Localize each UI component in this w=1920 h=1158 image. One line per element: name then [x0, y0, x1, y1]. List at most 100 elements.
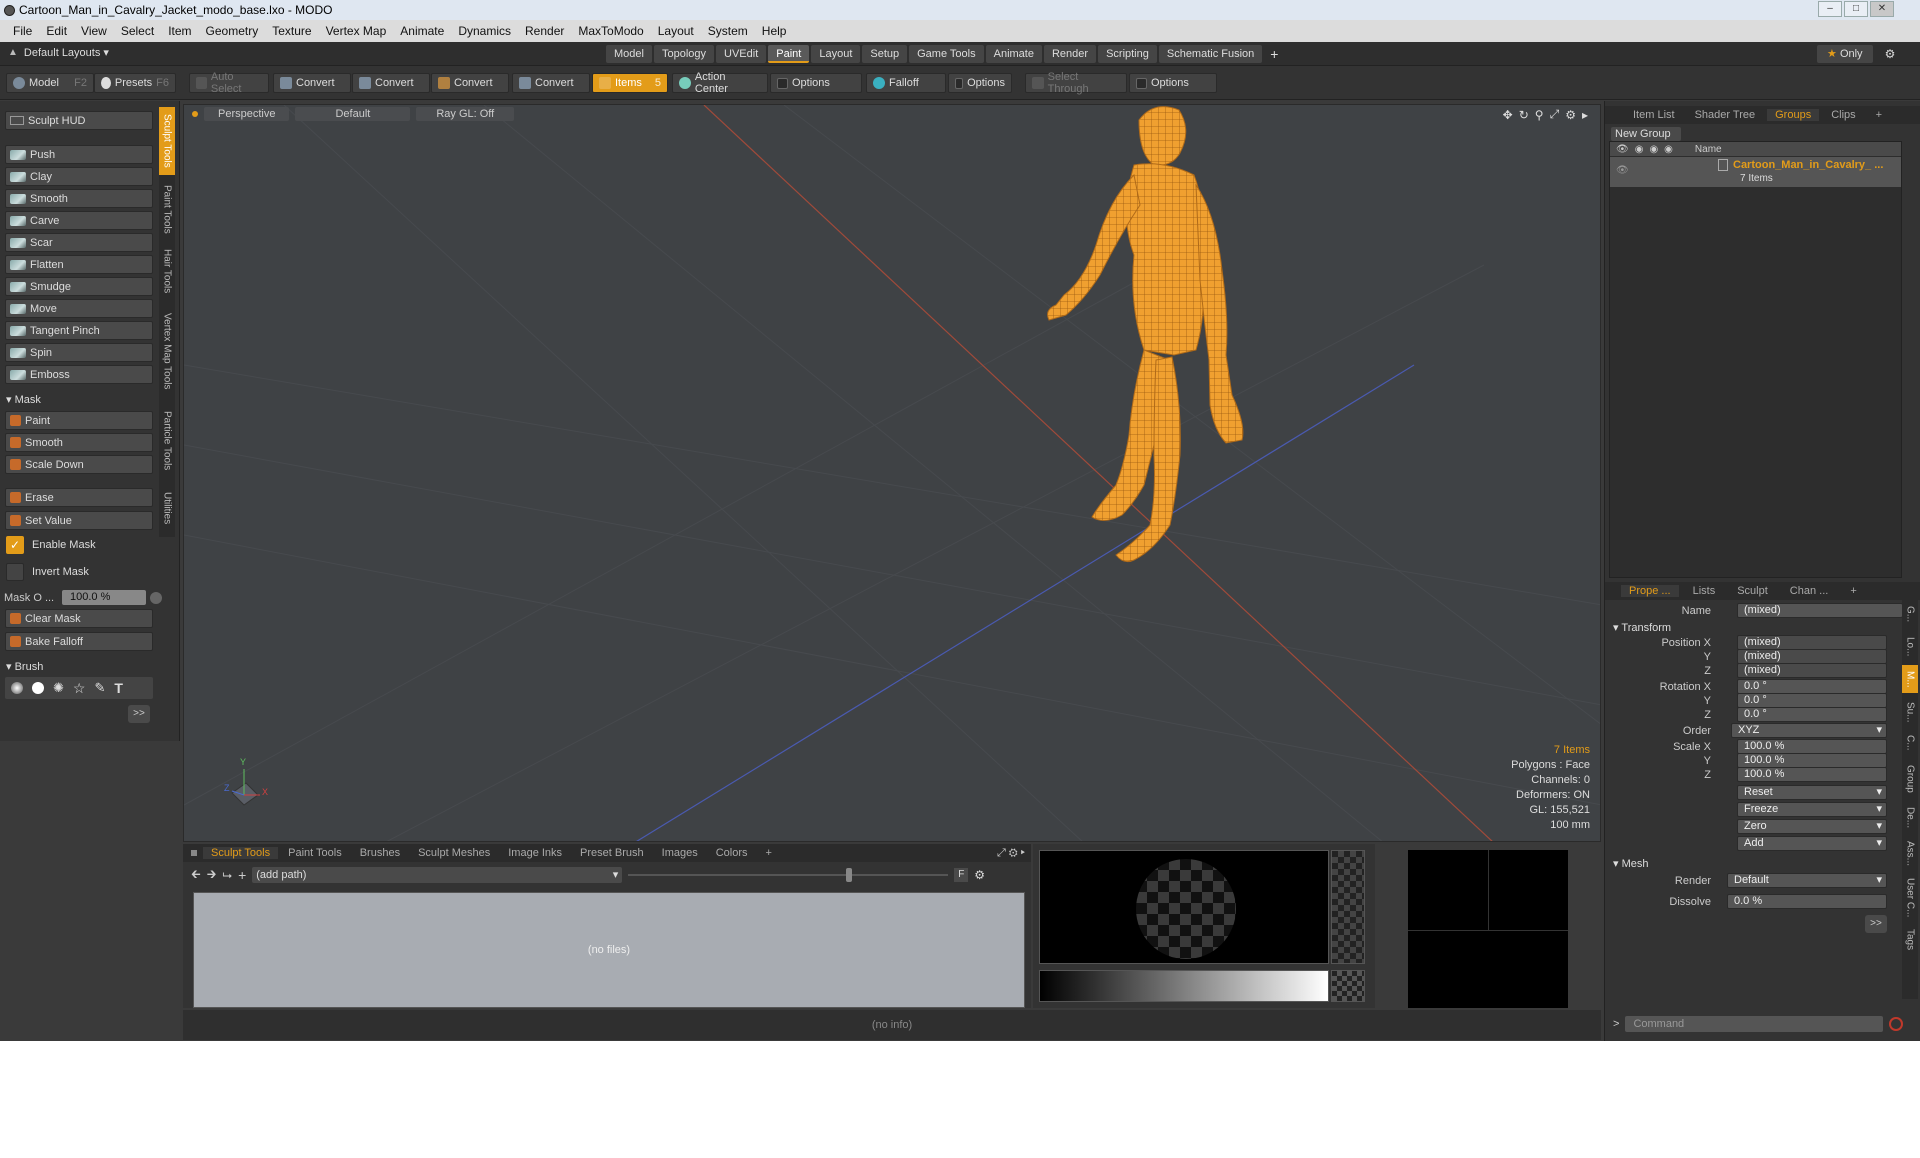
thumbnail-size-slider[interactable]: [628, 868, 949, 882]
action-center-options-button[interactable]: Options: [770, 73, 862, 93]
menu-dynamics[interactable]: Dynamics: [451, 24, 518, 38]
menu-render[interactable]: Render: [518, 24, 571, 38]
name-column-header[interactable]: Name: [1695, 144, 1722, 155]
order-dropdown[interactable]: XYZ ▾: [1731, 723, 1887, 738]
filter-button[interactable]: F: [954, 868, 969, 882]
side-tab-de[interactable]: De...: [1902, 803, 1918, 833]
add-tab-icon[interactable]: +: [758, 847, 780, 859]
select-through-button[interactable]: Select Through: [1025, 71, 1127, 95]
up-folder-icon[interactable]: ⮡: [222, 868, 232, 883]
side-tab-group[interactable]: Group: [1902, 759, 1918, 799]
tab-images[interactable]: Images: [654, 847, 706, 859]
tab-sculpt-meshes[interactable]: Sculpt Meshes: [410, 847, 498, 859]
add-dropdown[interactable]: Add ▾: [1737, 836, 1887, 851]
action-center-button[interactable]: Action Center: [672, 71, 768, 95]
visibility-column-icon[interactable]: 👁: [1616, 144, 1629, 155]
procedural-brush-icon[interactable]: ✎: [94, 680, 105, 696]
position-z-field[interactable]: (mixed): [1737, 663, 1887, 678]
convert-button-3[interactable]: Convert: [431, 73, 509, 93]
invert-mask-toggle[interactable]: Invert Mask: [6, 563, 89, 581]
raygl-toggle[interactable]: Ray GL: Off: [416, 107, 515, 121]
tab-scripting[interactable]: Scripting: [1098, 45, 1157, 63]
zero-dropdown[interactable]: Zero ▾: [1737, 819, 1887, 834]
mask-opacity-envelope-icon[interactable]: [150, 591, 162, 604]
tool-carve[interactable]: Carve: [5, 211, 153, 230]
tab-image-inks[interactable]: Image Inks: [500, 847, 570, 859]
only-toggle[interactable]: ★ Only: [1817, 45, 1873, 63]
mask-scale-down-button[interactable]: Scale Down: [5, 455, 153, 474]
sculpt-hud-button[interactable]: Sculpt HUD: [5, 111, 153, 130]
mask-smooth-button[interactable]: Smooth: [5, 433, 153, 452]
gear-icon[interactable]: ⚙: [1885, 47, 1896, 61]
side-tab-user-c[interactable]: User C...: [1902, 875, 1918, 921]
tab-topology[interactable]: Topology: [653, 45, 715, 63]
tool-push[interactable]: Push: [5, 145, 153, 164]
menu-vertex-map[interactable]: Vertex Map: [319, 24, 394, 38]
auto-select-button[interactable]: Auto Select: [189, 71, 269, 95]
group-row[interactable]: 👁 Cartoon_Man_in_Cavalry_ ... 7 Items: [1610, 157, 1901, 187]
brush-section-header[interactable]: ▾ Brush: [6, 660, 43, 673]
shading-dropdown[interactable]: Default: [295, 107, 411, 121]
items-mode-button[interactable]: Items 5: [592, 73, 668, 93]
character-wireframe-mesh[interactable]: [1004, 105, 1444, 565]
render-dropdown[interactable]: Default ▾: [1727, 873, 1887, 888]
tool-emboss[interactable]: Emboss: [5, 365, 153, 384]
menu-geometry[interactable]: Geometry: [199, 24, 266, 38]
menu-item[interactable]: Item: [161, 24, 198, 38]
tab-shader-tree[interactable]: Shader Tree: [1687, 109, 1764, 121]
add-tab-icon[interactable]: +: [1270, 46, 1278, 62]
viewport-menu-icon[interactable]: ▸: [1582, 108, 1588, 122]
minimize-button[interactable]: –: [1818, 1, 1842, 17]
mask-opacity-field[interactable]: 100.0 %: [62, 590, 146, 605]
falloff-gradient[interactable]: [1039, 970, 1329, 1002]
vtab-particle-tools[interactable]: Particle Tools: [159, 403, 175, 479]
tab-item-list[interactable]: Item List: [1625, 109, 1683, 121]
pan-icon[interactable]: ✥: [1503, 108, 1513, 122]
convert-button-1[interactable]: Convert: [273, 73, 351, 93]
vtab-utilities[interactable]: Utilities: [159, 483, 175, 533]
dissolve-field[interactable]: 0.0 %: [1727, 894, 1887, 909]
tab-animate[interactable]: Animate: [985, 45, 1042, 63]
zoom-icon[interactable]: ⚲: [1535, 108, 1544, 122]
rotation-x-field[interactable]: 0.0 °: [1737, 679, 1887, 694]
visibility-toggle-icon[interactable]: 👁: [1616, 165, 1629, 176]
tab-game-tools[interactable]: Game Tools: [909, 45, 984, 63]
tab-uvedit[interactable]: UVEdit: [716, 45, 767, 63]
side-tab-c[interactable]: C...: [1902, 731, 1918, 755]
tab-brushes[interactable]: Brushes: [352, 847, 408, 859]
tool-tangent-pinch[interactable]: Tangent Pinch: [5, 321, 153, 340]
menu-maxtomodo[interactable]: MaxToModo: [571, 24, 650, 38]
brush-preview[interactable]: [1039, 850, 1329, 964]
soft-brush-icon[interactable]: [11, 682, 23, 694]
vtab-sculpt-tools[interactable]: Sculpt Tools: [159, 107, 175, 175]
menu-layout[interactable]: Layout: [651, 24, 701, 38]
close-button[interactable]: ✕: [1870, 1, 1894, 17]
freeze-dropdown[interactable]: Freeze ▾: [1737, 802, 1887, 817]
side-tab-su[interactable]: Su...: [1902, 697, 1918, 727]
maximize-button[interactable]: □: [1844, 1, 1868, 17]
tab-groups[interactable]: Groups: [1767, 109, 1820, 121]
menu-system[interactable]: System: [701, 24, 755, 38]
tab-render[interactable]: Render: [1043, 45, 1097, 63]
invert-mask-checkbox[interactable]: [6, 563, 24, 581]
file-browser-area[interactable]: (no files): [193, 892, 1025, 1008]
menu-animate[interactable]: Animate: [393, 24, 451, 38]
vtab-paint-tools[interactable]: Paint Tools: [159, 179, 175, 239]
add-path-icon[interactable]: +: [238, 867, 246, 883]
tool-smudge[interactable]: Smudge: [5, 277, 153, 296]
mesh-header[interactable]: ▾ Mesh: [1613, 857, 1648, 870]
menu-file[interactable]: File: [6, 24, 39, 38]
command-input[interactable]: Command: [1625, 1016, 1884, 1032]
falloff-button[interactable]: Falloff: [866, 73, 946, 93]
select-options-button[interactable]: Options: [1129, 73, 1217, 93]
record-icon[interactable]: [1889, 1017, 1903, 1031]
rotation-z-field[interactable]: 0.0 °: [1737, 707, 1887, 722]
menu-select[interactable]: Select: [114, 24, 161, 38]
back-arrow-icon[interactable]: 🡰: [191, 865, 201, 886]
lock-column-icon[interactable]: ◉: [1649, 144, 1658, 155]
tab-model[interactable]: Model: [606, 45, 652, 63]
position-y-field[interactable]: (mixed): [1737, 649, 1887, 664]
menu-help[interactable]: Help: [755, 24, 794, 38]
convert-button-4[interactable]: Convert: [512, 73, 590, 93]
bake-falloff-button[interactable]: Bake Falloff: [5, 632, 153, 651]
